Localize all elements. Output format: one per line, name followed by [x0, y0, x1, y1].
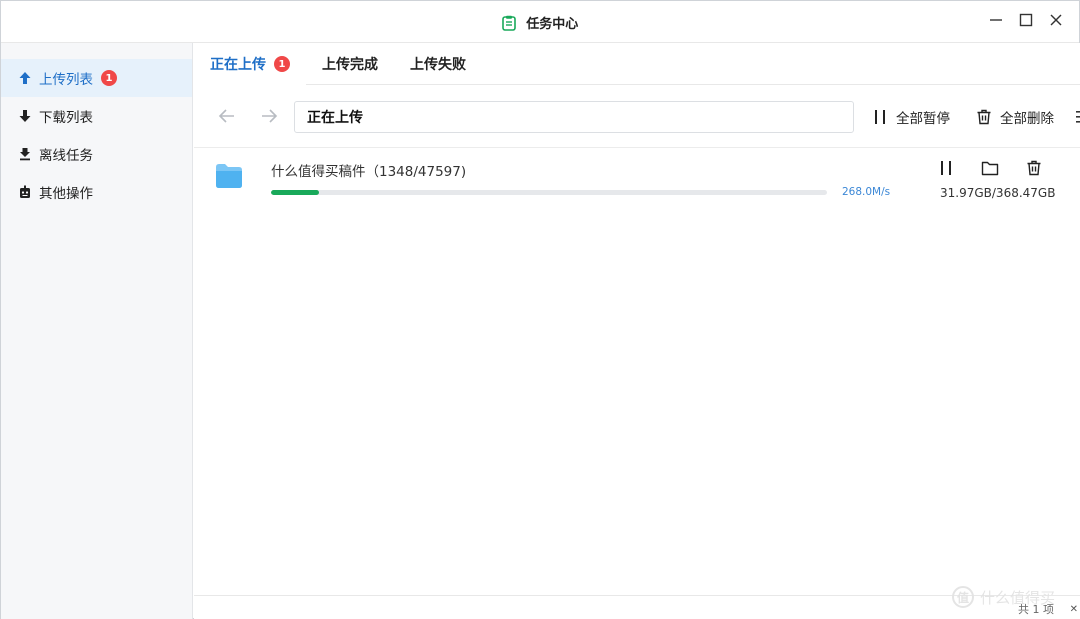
sidebar-item-offline-tasks[interactable]: 离线任务: [1, 135, 192, 173]
tab-label: 上传失败: [410, 57, 466, 73]
watermark-logo: 值: [952, 586, 974, 608]
forward-button[interactable]: [256, 103, 282, 129]
status-bar: 共 1 项 ✕: [194, 595, 1080, 619]
open-folder-button[interactable]: [978, 156, 1002, 180]
pause-icon: [872, 109, 888, 125]
task-name: 什么值得买稿件（1348/47597): [271, 164, 467, 180]
offline-download-icon: [17, 146, 33, 162]
uploading-count-badge: 1: [274, 56, 290, 72]
delete-task-button[interactable]: [1022, 156, 1046, 180]
sidebar-item-upload-list[interactable]: 上传列表 1: [1, 59, 192, 97]
arrow-down-icon: [17, 108, 33, 124]
task-actions: [934, 156, 1046, 180]
task-center-window: 任务中心 上传列表 1 下载列表 离线任务 其他操作 正在上传 1 上传完成 上…: [0, 0, 1080, 619]
tab-bar: 正在上传 1 上传完成 上传失败: [194, 43, 1080, 85]
watermark-text: 什么值得买: [980, 588, 1056, 607]
tab-uploading[interactable]: 正在上传 1: [194, 43, 306, 85]
maximize-button[interactable]: [1017, 11, 1035, 29]
sidebar: 上传列表 1 下载列表 离线任务 其他操作: [1, 43, 193, 619]
tab-upload-failed[interactable]: 上传失败: [394, 43, 482, 85]
path-text: 正在上传: [307, 110, 363, 126]
folder-outline-icon: [981, 161, 999, 176]
close-icon: [1050, 14, 1062, 26]
transfer-size: 31.97GB/368.47GB: [940, 186, 1056, 200]
progress-bar: [271, 190, 827, 195]
toolbar: 正在上传 全部暂停 全部删除: [194, 85, 1080, 147]
task-center-icon: [501, 15, 516, 35]
pause-icon: [941, 161, 951, 175]
close-button[interactable]: [1047, 11, 1065, 29]
pause-all-button[interactable]: 全部暂停: [872, 105, 950, 129]
more-icon[interactable]: [1076, 109, 1080, 128]
robot-icon: [17, 184, 33, 200]
path-field[interactable]: 正在上传: [294, 101, 854, 133]
back-button[interactable]: [214, 103, 240, 129]
arrow-up-icon: [17, 70, 33, 86]
folder-icon: [214, 162, 244, 190]
pause-task-button[interactable]: [934, 156, 958, 180]
arrow-right-icon: [262, 109, 278, 123]
delete-all-button[interactable]: 全部删除: [976, 105, 1054, 129]
pause-all-label: 全部暂停: [896, 111, 950, 127]
window-title: 任务中心: [526, 17, 579, 32]
tab-upload-complete[interactable]: 上传完成: [306, 43, 394, 85]
trash-icon: [976, 109, 992, 125]
window-title-wrap: 任务中心: [1, 13, 1079, 35]
tab-label: 上传完成: [322, 57, 378, 73]
window-controls: [987, 11, 1065, 29]
sidebar-item-download-list[interactable]: 下载列表: [1, 97, 192, 135]
upload-speed: 268.0M/s: [842, 186, 891, 198]
progress-bar-fill: [271, 190, 320, 195]
delete-all-label: 全部删除: [1000, 111, 1054, 127]
main-panel: 正在上传 1 上传完成 上传失败 正在上传 全部暂停 全部删除 什么值得买稿件（…: [194, 43, 1080, 619]
status-close-icon[interactable]: ✕: [1070, 604, 1078, 615]
sidebar-item-label: 下载列表: [39, 110, 93, 126]
upload-count-badge: 1: [101, 70, 117, 86]
title-bar: 任务中心: [1, 1, 1079, 43]
maximize-icon: [1019, 13, 1033, 27]
task-row[interactable]: 什么值得买稿件（1348/47597) 268.0M/s 31.97GB/368…: [194, 148, 1080, 214]
minimize-button[interactable]: [987, 11, 1005, 29]
sidebar-item-label: 其他操作: [39, 186, 93, 202]
minimize-icon: [990, 19, 1002, 21]
arrow-left-icon: [218, 109, 234, 123]
tab-label: 正在上传: [210, 57, 266, 73]
sidebar-item-other-operations[interactable]: 其他操作: [1, 173, 192, 211]
sidebar-item-label: 上传列表: [39, 72, 93, 88]
sidebar-item-label: 离线任务: [39, 148, 93, 164]
watermark: 值 什么值得买: [952, 586, 1055, 608]
trash-icon: [1027, 160, 1041, 176]
